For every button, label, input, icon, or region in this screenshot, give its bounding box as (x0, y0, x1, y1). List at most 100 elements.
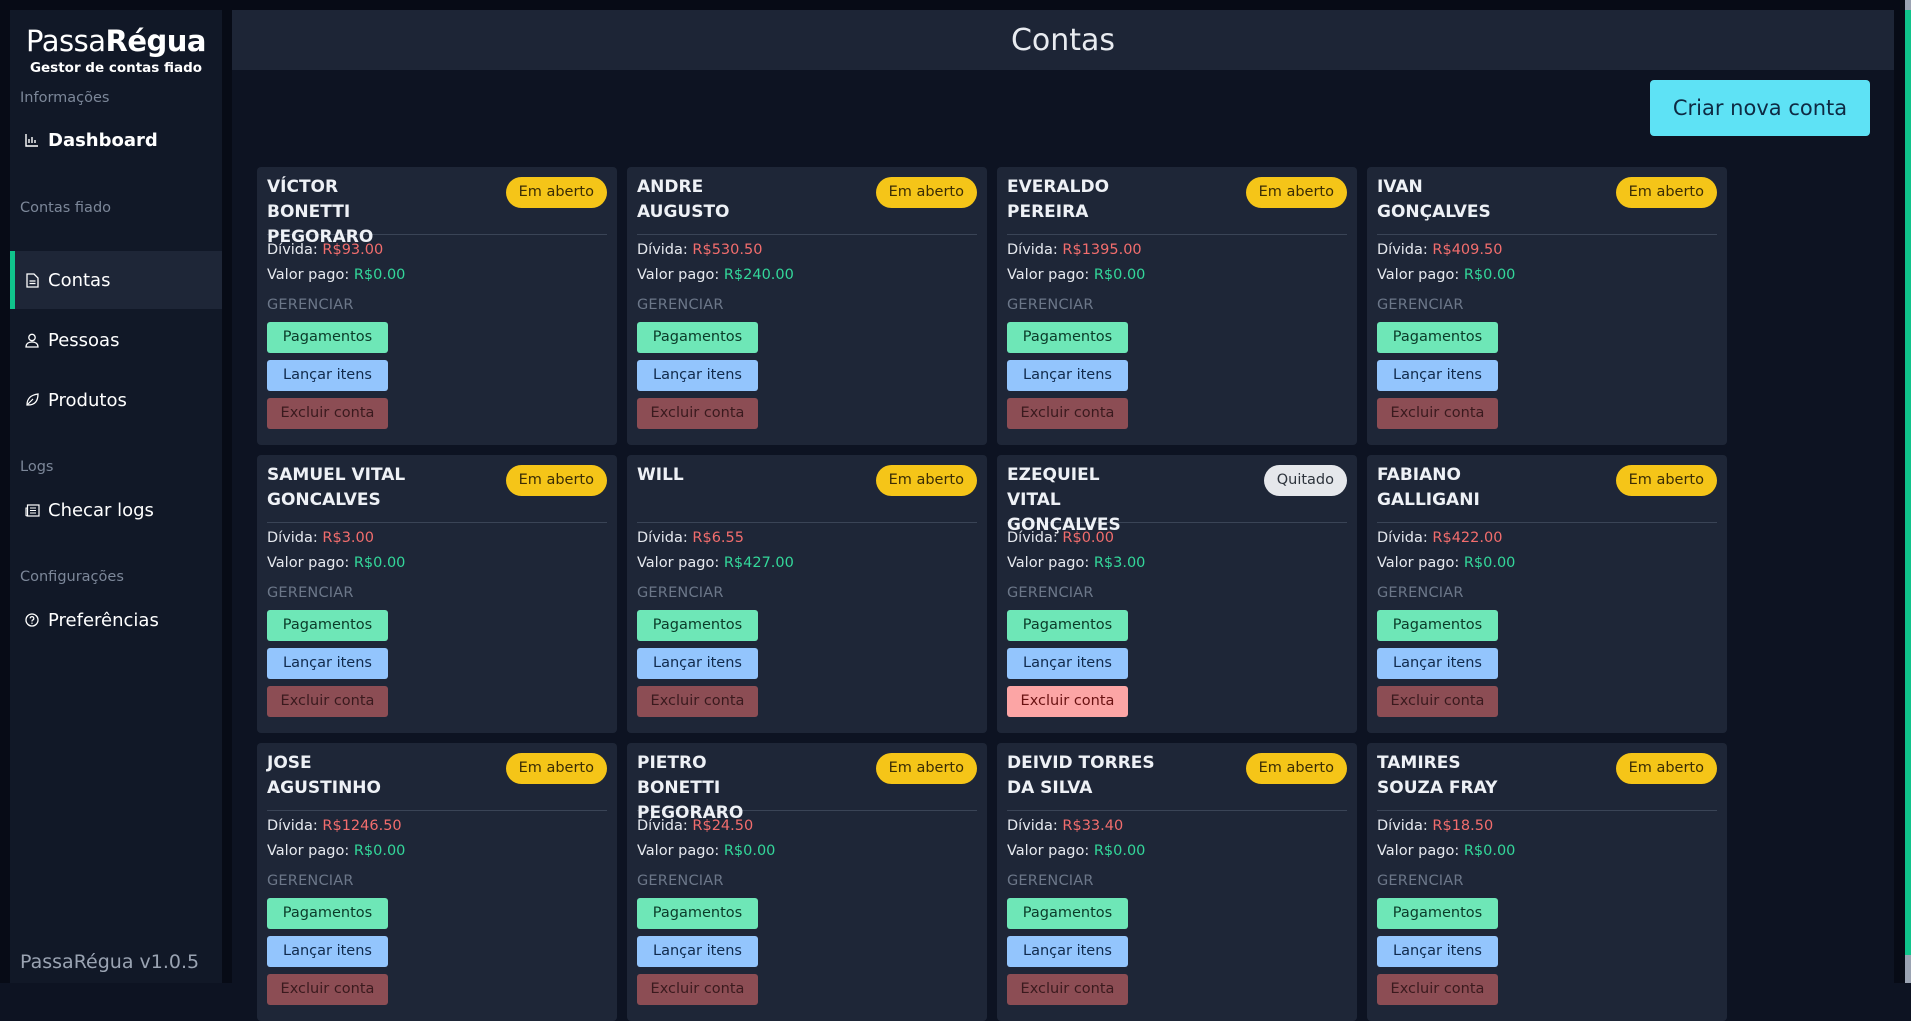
add-items-button[interactable]: Lançar itens (637, 360, 758, 391)
sidebar-item-contas[interactable]: Contas (10, 251, 222, 309)
status-badge: Em aberto (505, 177, 607, 208)
manage-label: GERENCIAR (1377, 873, 1464, 889)
account-card: EZEQUIEL VITAL GONÇALVES Quitado Dívida:… (997, 455, 1357, 733)
debt-label: Dívida: (1377, 242, 1433, 258)
payments-button[interactable]: Pagamentos (1377, 898, 1498, 929)
paid-label: Valor pago: (637, 267, 724, 283)
add-items-button[interactable]: Lançar itens (1007, 648, 1128, 679)
paid-label: Valor pago: (637, 843, 724, 859)
sidebar-item-label: Checar logs (48, 499, 154, 521)
payments-button[interactable]: Pagamentos (637, 322, 758, 353)
debt-line: Dívida: R$18.50 (1377, 818, 1717, 836)
paid-value: R$0.00 (353, 555, 406, 571)
manage-label: GERENCIAR (1377, 585, 1464, 601)
account-card-header: TAMIRES SOUZA FRAY Em aberto (1377, 753, 1717, 811)
newspaper-icon (24, 502, 40, 518)
paid-label: Valor pago: (1377, 843, 1464, 859)
user-icon (24, 332, 40, 348)
delete-account-button[interactable]: Excluir conta (1377, 686, 1498, 717)
payments-button[interactable]: Pagamentos (267, 322, 388, 353)
sidebar-item-pessoas[interactable]: Pessoas (10, 311, 222, 369)
delete-account-button[interactable]: Excluir conta (637, 974, 758, 1005)
debt-label: Dívida: (637, 242, 693, 258)
payments-button[interactable]: Pagamentos (267, 610, 388, 641)
paid-label: Valor pago: (1377, 555, 1464, 571)
debt-line: Dívida: R$1246.50 (267, 818, 607, 836)
sidebar-item-preferencias[interactable]: Preferências (10, 591, 222, 649)
debt-line: Dívida: R$93.00 (267, 242, 607, 260)
delete-account-button[interactable]: Excluir conta (1007, 974, 1128, 1005)
delete-account-button[interactable]: Excluir conta (267, 686, 388, 717)
delete-account-button[interactable]: Excluir conta (637, 398, 758, 429)
section-label-configuracoes: Configurações (20, 569, 124, 585)
debt-label: Dívida: (637, 530, 693, 546)
debt-value: R$409.50 (1432, 242, 1503, 258)
account-card: FABIANO GALLIGANI Em aberto Dívida: R$42… (1367, 455, 1727, 733)
manage-label: GERENCIAR (1377, 297, 1464, 313)
add-items-button[interactable]: Lançar itens (1007, 936, 1128, 967)
payments-button[interactable]: Pagamentos (1007, 322, 1128, 353)
debt-label: Dívida: (637, 818, 693, 834)
debt-line: Dívida: R$409.50 (1377, 242, 1717, 260)
payments-button[interactable]: Pagamentos (1377, 610, 1498, 641)
paid-label: Valor pago: (1007, 843, 1094, 859)
paid-value: R$427.00 (723, 555, 794, 571)
delete-account-button[interactable]: Excluir conta (1007, 398, 1128, 429)
debt-label: Dívida: (267, 530, 323, 546)
delete-account-button[interactable]: Excluir conta (1007, 686, 1128, 717)
account-card: WILL Em aberto Dívida: R$6.55 Valor pago… (627, 455, 987, 733)
paid-line: Valor pago: R$0.00 (637, 843, 977, 861)
status-badge: Em aberto (1245, 753, 1347, 784)
debt-value: R$422.00 (1432, 530, 1503, 546)
create-account-button[interactable]: Criar nova conta (1650, 80, 1870, 136)
add-items-button[interactable]: Lançar itens (637, 648, 758, 679)
paid-value: R$0.00 (1093, 843, 1146, 859)
delete-account-button[interactable]: Excluir conta (267, 398, 388, 429)
payments-button[interactable]: Pagamentos (637, 610, 758, 641)
account-card: EVERALDO PEREIRA Em aberto Dívida: R$139… (997, 167, 1357, 445)
account-name: DEIVID TORRES DA SILVA (1007, 753, 1155, 798)
payments-button[interactable]: Pagamentos (637, 898, 758, 929)
add-items-button[interactable]: Lançar itens (267, 936, 388, 967)
debt-value: R$1246.50 (322, 818, 402, 834)
status-badge: Em aberto (1615, 465, 1717, 496)
paid-label: Valor pago: (267, 843, 354, 859)
payments-button[interactable]: Pagamentos (1377, 322, 1498, 353)
status-badge: Em aberto (875, 465, 977, 496)
paid-value: R$0.00 (723, 843, 776, 859)
status-badge: Em aberto (875, 753, 977, 784)
paid-line: Valor pago: R$240.00 (637, 267, 977, 285)
payments-button[interactable]: Pagamentos (1007, 898, 1128, 929)
account-name: PIETRO BONETTI PEGORARO (637, 753, 744, 823)
document-icon (24, 272, 40, 288)
account-card-header: PIETRO BONETTI PEGORARO Em aberto (637, 753, 977, 823)
paid-line: Valor pago: R$0.00 (267, 843, 607, 861)
sidebar-item-dashboard[interactable]: Dashboard (10, 111, 222, 169)
delete-account-button[interactable]: Excluir conta (637, 686, 758, 717)
delete-account-button[interactable]: Excluir conta (1377, 974, 1498, 1005)
manage-label: GERENCIAR (637, 585, 724, 601)
section-label-logs: Logs (20, 459, 54, 475)
delete-account-button[interactable]: Excluir conta (1377, 398, 1498, 429)
add-items-button[interactable]: Lançar itens (1377, 936, 1498, 967)
add-items-button[interactable]: Lançar itens (267, 648, 388, 679)
scrollbar-thumb[interactable] (1905, 10, 1911, 955)
add-items-button[interactable]: Lançar itens (1007, 360, 1128, 391)
account-card: ANDRE AUGUSTO Em aberto Dívida: R$530.50… (627, 167, 987, 445)
add-items-button[interactable]: Lançar itens (267, 360, 388, 391)
sidebar-item-checar-logs[interactable]: Checar logs (10, 481, 222, 539)
brand: PassaRégua Gestor de contas fiado (10, 10, 222, 76)
debt-value: R$24.50 (692, 818, 754, 834)
add-items-button[interactable]: Lançar itens (637, 936, 758, 967)
payments-button[interactable]: Pagamentos (267, 898, 388, 929)
add-items-button[interactable]: Lançar itens (1377, 360, 1498, 391)
sidebar-item-produtos[interactable]: Produtos (10, 371, 222, 429)
status-badge: Em aberto (505, 465, 607, 496)
debt-value: R$33.40 (1062, 818, 1124, 834)
paid-line: Valor pago: R$0.00 (267, 267, 607, 285)
add-items-button[interactable]: Lançar itens (1377, 648, 1498, 679)
accounts-grid: VÍCTOR BONETTI PEGORARO Em aberto Dívida… (257, 167, 1727, 1021)
leaf-icon (24, 392, 40, 408)
payments-button[interactable]: Pagamentos (1007, 610, 1128, 641)
delete-account-button[interactable]: Excluir conta (267, 974, 388, 1005)
